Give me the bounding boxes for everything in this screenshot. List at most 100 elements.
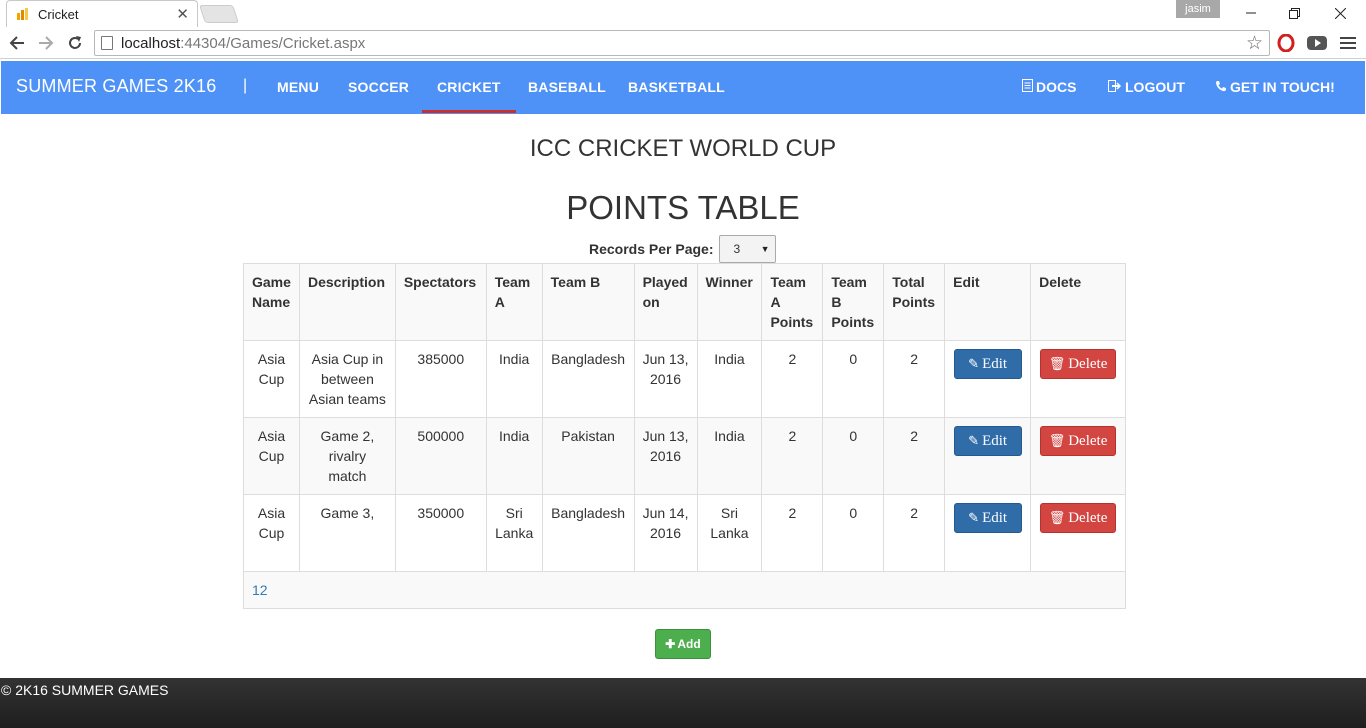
delete-button[interactable]: 🗑 Delete xyxy=(1040,349,1117,379)
cell-team-a: India xyxy=(485,417,543,495)
cell-description: Asia Cup in between Asian teams xyxy=(298,340,396,418)
cell-total-points: 2 xyxy=(883,340,946,418)
cell-team-a-points: 2 xyxy=(761,494,824,572)
records-per-page-label: Records Per Page: xyxy=(589,241,714,257)
cell-delete: 🗑 Delete xyxy=(1030,340,1126,418)
pager-row: 12 xyxy=(243,571,1126,609)
restore-icon[interactable] xyxy=(1272,0,1317,26)
column-header: Team B xyxy=(541,263,635,341)
nav-cricket[interactable]: CRICKET xyxy=(422,79,516,113)
minimize-icon[interactable] xyxy=(1228,0,1273,26)
url-path: :44304/Games/Cricket.aspx xyxy=(180,34,366,52)
new-tab-button[interactable] xyxy=(199,5,239,23)
delete-label: Delete xyxy=(1068,356,1108,372)
column-header: Team B Points xyxy=(822,263,885,341)
tab-title: Cricket xyxy=(38,6,79,22)
page-title: ICC CRICKET WORLD CUP xyxy=(529,135,837,162)
address-bar[interactable]: localhost:44304/Games/Cricket.aspx ☆ xyxy=(94,30,1270,56)
reload-icon[interactable] xyxy=(63,31,87,55)
cell-team-b: Pakistan xyxy=(541,417,635,495)
tab-close-icon[interactable]: ✕ xyxy=(176,5,189,23)
column-header: Total Points xyxy=(883,263,946,341)
cell-edit: ✎ Edit xyxy=(944,494,1032,572)
cell-delete: 🗑 Delete xyxy=(1030,417,1126,495)
forward-icon[interactable] xyxy=(34,31,58,55)
edit-label: Edit xyxy=(982,433,1008,449)
brand-link[interactable]: SUMMER GAMES 2K16 xyxy=(16,76,216,97)
nav-logout[interactable]: LOGOUT xyxy=(1108,79,1185,95)
nav-contact-label: GET IN TOUCH! xyxy=(1230,79,1335,95)
nav-logout-label: LOGOUT xyxy=(1125,79,1185,95)
nav-soccer[interactable]: SOCCER xyxy=(348,79,409,95)
add-button[interactable]: ✚ Add xyxy=(655,629,711,659)
cell-team-b: Bangladesh xyxy=(541,340,635,418)
cell-played-on: Jun 14, 2016 xyxy=(633,494,698,572)
delete-button[interactable]: 🗑 Delete xyxy=(1040,503,1117,533)
browser-tab[interactable]: Cricket ✕ xyxy=(6,0,198,27)
table-header-row: Game Name Description Spectators Team A … xyxy=(243,263,1126,341)
edit-button[interactable]: ✎ Edit xyxy=(953,426,1022,456)
nav-docs-label: DOCS xyxy=(1036,79,1077,95)
column-header: Played on xyxy=(633,263,698,341)
edit-icon: ✎ xyxy=(968,433,980,448)
edit-icon: ✎ xyxy=(968,510,980,525)
delete-label: Delete xyxy=(1068,433,1108,449)
cell-edit: ✎ Edit xyxy=(944,340,1032,418)
edit-button[interactable]: ✎ Edit xyxy=(953,503,1022,533)
cell-game: Asia Cup xyxy=(243,340,300,418)
delete-button[interactable]: 🗑 Delete xyxy=(1040,426,1117,456)
cell-team-a-points: 2 xyxy=(761,340,824,418)
close-window-icon[interactable] xyxy=(1318,0,1363,26)
page-link-2[interactable]: 2 xyxy=(260,582,268,598)
pager: 12 xyxy=(243,571,1126,609)
records-per-page-select[interactable]: 3 ▼ xyxy=(718,235,776,263)
cell-spectators: 350000 xyxy=(394,494,487,572)
records-per-page-value: 3 xyxy=(733,242,741,256)
bookmark-star-icon[interactable]: ☆ xyxy=(1246,32,1263,55)
page-icon xyxy=(101,36,113,50)
logout-icon xyxy=(1108,79,1122,95)
table-row: Asia Cup Asia Cup in between Asian teams… xyxy=(243,340,1126,418)
column-header: Winner xyxy=(696,263,763,341)
cell-edit: ✎ Edit xyxy=(944,417,1032,495)
cell-team-a: India xyxy=(485,340,543,418)
cell-total-points: 2 xyxy=(883,417,946,495)
cell-game: Asia Cup xyxy=(243,494,300,572)
menu-icon[interactable] xyxy=(1338,33,1358,53)
nav-docs[interactable]: DOCS xyxy=(1022,79,1076,95)
cell-team-b: Bangladesh xyxy=(541,494,635,572)
cell-team-b-points: 0 xyxy=(822,340,885,418)
footer: © 2K16 SUMMER GAMES xyxy=(0,678,1366,728)
opera-icon[interactable] xyxy=(1276,33,1296,53)
nav-baseball[interactable]: BASEBALL xyxy=(528,79,606,95)
page-link-1[interactable]: 1 xyxy=(252,582,260,598)
trash-icon: 🗑 xyxy=(1048,510,1066,525)
edit-button[interactable]: ✎ Edit xyxy=(953,349,1022,379)
site-navbar: SUMMER GAMES 2K16 | MENU SOCCER CRICKET … xyxy=(1,61,1365,114)
phone-icon xyxy=(1215,80,1227,95)
cell-delete: 🗑 Delete xyxy=(1030,494,1126,572)
cell-winner: Sri Lanka xyxy=(696,494,763,572)
cell-team-a-points: 2 xyxy=(761,417,824,495)
edit-label: Edit xyxy=(982,356,1008,372)
nav-menu[interactable]: MENU xyxy=(277,79,319,95)
profile-button[interactable]: jasim xyxy=(1176,0,1220,18)
edit-icon: ✎ xyxy=(968,356,980,371)
youtube-icon[interactable] xyxy=(1307,33,1327,53)
browser-tabstrip: Cricket ✕ jasim xyxy=(0,0,1366,28)
table-row: Asia Cup Game 2, rivalry match 500000 In… xyxy=(243,417,1126,495)
records-per-page: Records Per Page: 3 ▼ xyxy=(589,235,776,263)
column-header: Spectators xyxy=(394,263,487,341)
tab-favicon-icon xyxy=(15,6,31,22)
column-header: Team A xyxy=(485,263,543,341)
nav-basketball[interactable]: BASKETBALL xyxy=(628,79,725,95)
cell-description: Game 3, xyxy=(298,494,396,572)
cell-played-on: Jun 13, 2016 xyxy=(633,417,698,495)
nav-contact[interactable]: GET IN TOUCH! xyxy=(1215,79,1335,95)
url-host: localhost xyxy=(121,34,181,52)
edit-label: Edit xyxy=(982,510,1008,526)
table-row: Asia Cup Game 3, 350000 Sri Lanka Bangla… xyxy=(243,494,1126,572)
back-icon[interactable] xyxy=(5,31,29,55)
cell-game: Asia Cup xyxy=(243,417,300,495)
column-header: Game Name xyxy=(243,263,300,341)
